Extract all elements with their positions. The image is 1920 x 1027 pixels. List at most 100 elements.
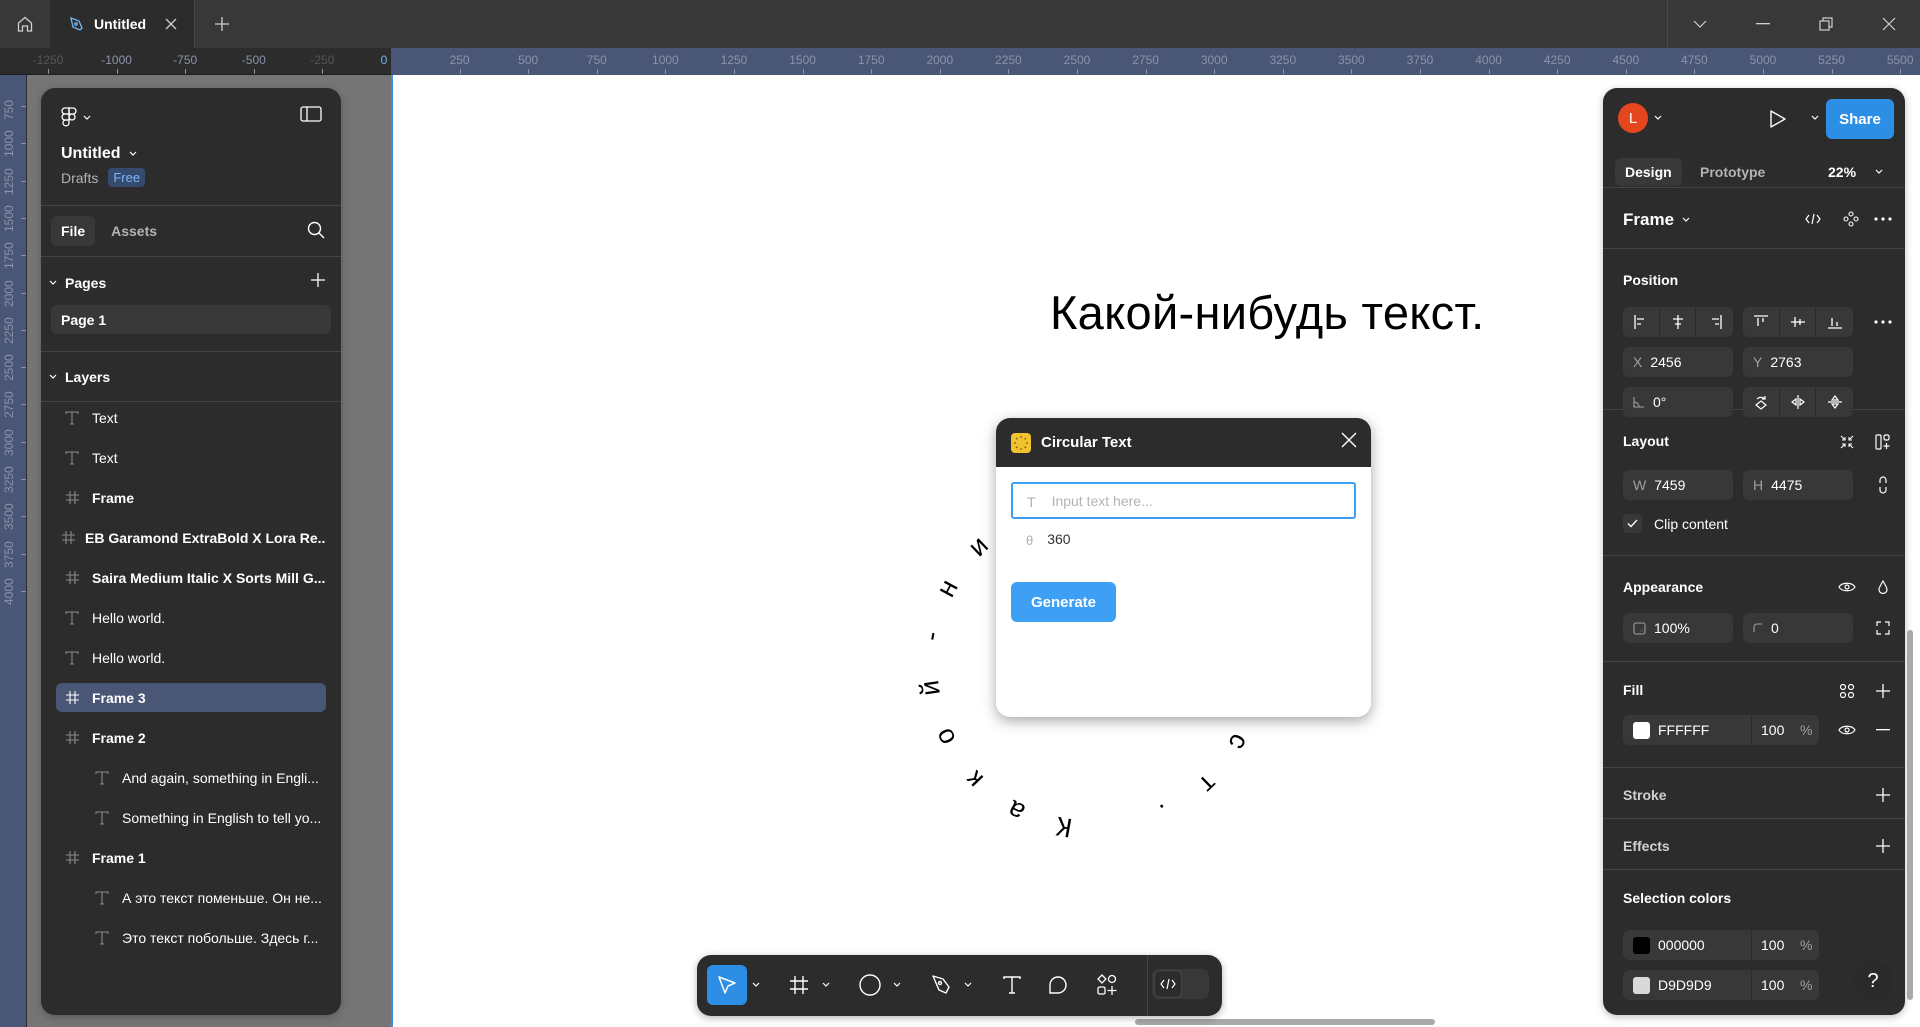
width-field[interactable]: W 7459 — [1623, 470, 1733, 500]
opacity-field[interactable]: 100% — [1623, 613, 1733, 643]
help-button[interactable]: ? — [1853, 961, 1893, 1001]
tab-prototype[interactable]: Prototype — [1690, 158, 1775, 186]
fill-swatch[interactable] — [1633, 721, 1650, 739]
circular-text-input[interactable] — [1051, 492, 1332, 509]
independent-corners-icon[interactable] — [1871, 616, 1895, 640]
tabs-menu-button[interactable] — [1668, 0, 1731, 48]
add-fill-icon[interactable] — [1871, 679, 1895, 703]
eye-icon[interactable] — [1835, 575, 1859, 599]
page-item[interactable]: Page 1 — [51, 305, 331, 334]
plan-badge[interactable]: Free — [108, 168, 146, 187]
more-align-options-icon[interactable] — [1871, 310, 1895, 334]
align-right-button[interactable] — [1696, 307, 1733, 337]
restore-button[interactable] — [1794, 0, 1857, 48]
present-button[interactable] — [1769, 109, 1787, 129]
pen-tool-menu[interactable] — [961, 965, 975, 1005]
new-tab-button[interactable] — [210, 12, 234, 36]
pages-header[interactable]: Pages — [41, 271, 341, 295]
add-effect-icon[interactable] — [1871, 834, 1895, 858]
constrain-proportions-icon[interactable] — [1871, 473, 1895, 497]
search-layers-button[interactable] — [307, 221, 325, 239]
layer-item[interactable]: Text — [56, 403, 326, 432]
auto-layout-icon[interactable] — [1871, 430, 1895, 454]
angle-field[interactable]: θ 360 — [1026, 529, 1071, 549]
share-button[interactable]: Share — [1826, 99, 1894, 139]
generate-button[interactable]: Generate — [1011, 582, 1116, 622]
text-tool-button[interactable] — [994, 965, 1030, 1005]
code-icon[interactable] — [1801, 207, 1825, 231]
file-title-button[interactable]: Untitled — [61, 145, 321, 163]
main-menu-button[interactable] — [61, 106, 321, 130]
home-button[interactable] — [0, 0, 50, 48]
selection-swatch[interactable] — [1633, 936, 1650, 954]
shrink-to-fit-icon[interactable] — [1835, 430, 1859, 454]
layer-item[interactable]: Saira Medium Italic X Sorts Mill G... — [56, 563, 326, 592]
layer-item[interactable]: Hello world. — [56, 603, 326, 632]
frame-tool-menu[interactable] — [819, 965, 833, 1005]
align-center-h-button[interactable] — [1660, 307, 1697, 337]
comment-tool-button[interactable] — [1040, 965, 1076, 1005]
align-bottom-button[interactable] — [1816, 307, 1853, 337]
layer-item[interactable]: Frame 1 — [56, 843, 326, 872]
move-tool-menu[interactable] — [749, 965, 763, 1005]
pen-tool-button[interactable] — [923, 965, 959, 1005]
tab-assets[interactable]: Assets — [101, 216, 167, 246]
move-tool-button[interactable] — [707, 965, 747, 1005]
selection-color-row[interactable]: D9D9D9 100 % — [1623, 970, 1819, 1000]
layer-item[interactable]: Frame 2 — [56, 723, 326, 752]
selection-type-dropdown[interactable]: Frame — [1623, 210, 1690, 230]
sidebar-toggle-button[interactable] — [300, 106, 322, 122]
layer-item[interactable]: А это текст поменьше. Он не... — [56, 883, 326, 912]
blend-mode-icon[interactable] — [1871, 575, 1895, 599]
add-page-button[interactable] — [311, 273, 325, 287]
layer-item[interactable]: Это текст побольше. Здесь г... — [56, 923, 326, 952]
layer-item[interactable]: Frame 3 — [56, 683, 326, 712]
remove-fill-icon[interactable] — [1871, 718, 1895, 742]
avatar[interactable]: L — [1618, 103, 1648, 133]
tab-file[interactable]: File — [51, 216, 96, 246]
layer-item[interactable]: EB Garamond ExtraBold X Lora Re... — [56, 523, 326, 552]
x-position-field[interactable]: X 2456 — [1623, 347, 1733, 377]
close-window-button[interactable] — [1857, 0, 1920, 48]
layer-item[interactable]: Text — [56, 443, 326, 472]
minimize-button[interactable] — [1731, 0, 1794, 48]
frame-tool-button[interactable] — [781, 965, 817, 1005]
y-position-field[interactable]: Y 2763 — [1743, 347, 1853, 377]
drafts-link[interactable]: Drafts — [61, 170, 98, 186]
layer-item[interactable]: Something in English to tell yo... — [56, 803, 326, 832]
layer-item[interactable]: Hello world. — [56, 643, 326, 672]
align-left-button[interactable] — [1623, 307, 1660, 337]
component-icon[interactable] — [1839, 207, 1863, 231]
vertical-scrollbar[interactable] — [1907, 630, 1913, 1000]
layer-item[interactable]: And again, something in Engli... — [56, 763, 326, 792]
file-tab[interactable]: Untitled — [50, 0, 195, 48]
present-options-chevron-icon[interactable] — [1811, 115, 1819, 121]
layer-item[interactable]: Frame — [56, 483, 326, 512]
zoom-level[interactable]: 22% — [1828, 164, 1856, 180]
actions-button[interactable] — [1089, 965, 1125, 1005]
eye-icon[interactable] — [1835, 718, 1859, 742]
heading-text[interactable]: Какой-нибудь текст. — [1050, 285, 1484, 340]
selection-color-row[interactable]: 000000 100 % — [1623, 930, 1819, 960]
tab-design[interactable]: Design — [1615, 158, 1682, 186]
shape-tool-button[interactable] — [852, 965, 888, 1005]
chevron-down-icon[interactable] — [1875, 169, 1883, 175]
align-middle-button[interactable] — [1780, 307, 1817, 337]
layers-header[interactable]: Layers — [41, 365, 110, 389]
fill-color-field[interactable]: FFFFFF 100 % — [1623, 715, 1819, 745]
dialog-header[interactable]: Circular Text — [996, 418, 1371, 467]
clip-content-checkbox[interactable]: Clip content — [1623, 514, 1728, 533]
horizontal-scrollbar[interactable] — [1135, 1019, 1435, 1025]
chevron-down-icon[interactable] — [1654, 115, 1662, 121]
height-field[interactable]: H 4475 — [1743, 470, 1853, 500]
align-top-button[interactable] — [1743, 307, 1780, 337]
close-dialog-icon[interactable] — [1341, 432, 1357, 448]
more-options-icon[interactable] — [1871, 207, 1895, 231]
close-tab-icon[interactable] — [164, 17, 178, 31]
selection-swatch[interactable] — [1633, 976, 1650, 994]
styles-icon[interactable] — [1835, 679, 1859, 703]
add-stroke-icon[interactable] — [1871, 783, 1895, 807]
corner-radius-field[interactable]: 0 — [1743, 613, 1853, 643]
shape-tool-menu[interactable] — [890, 965, 904, 1005]
dev-mode-toggle[interactable] — [1152, 969, 1209, 999]
